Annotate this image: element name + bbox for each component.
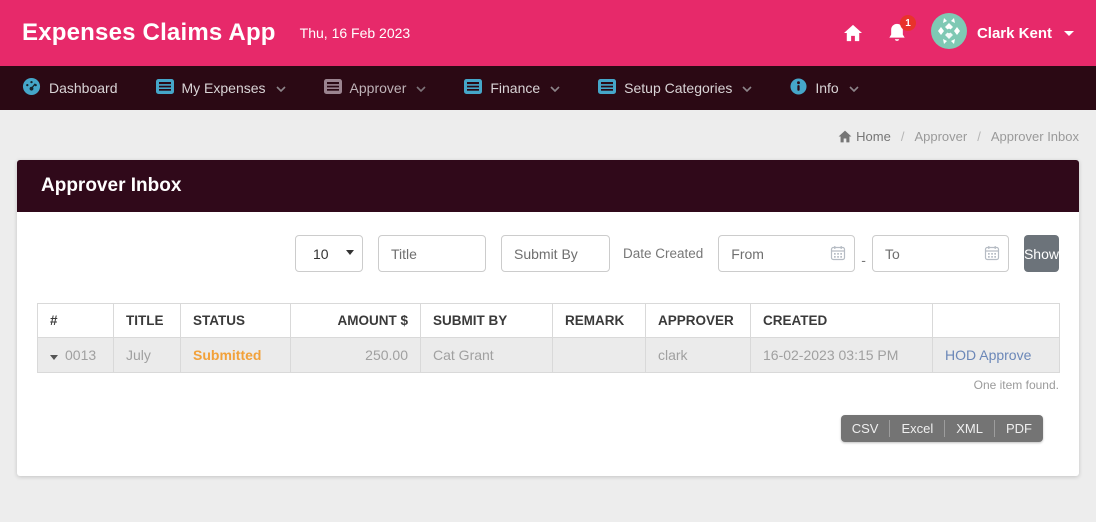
list-icon [323,79,342,97]
export-xml-button[interactable]: XML [945,415,994,442]
chevron-down-icon [849,86,859,92]
export-button-group: CSV Excel XML PDF [840,415,1043,442]
breadcrumb-separator: / [977,129,981,144]
breadcrumb: Home / Approver / Approver Inbox [838,129,1079,144]
col-header-action [932,303,1060,338]
chevron-down-icon [275,86,286,92]
title-filter-input[interactable] [378,235,486,272]
dashboard-gauge-icon [22,77,41,99]
panel-header: Approver Inbox [17,160,1079,212]
col-header-id: # [37,303,114,338]
nav-item-approver[interactable]: Approver [323,79,427,97]
breadcrumb-separator: / [900,129,905,144]
app-root: Expenses Claims App Thu, 16 Feb 2023 1 C… [0,0,1096,522]
cell-submit-by: Cat Grant [420,337,553,373]
col-header-submit-by: SUBMIT BY [420,303,553,338]
top-header: Expenses Claims App Thu, 16 Feb 2023 1 C… [0,0,1096,66]
nav-item-dashboard[interactable]: Dashboard [22,77,118,99]
list-icon [464,79,483,97]
table-header-row: # TITLE STATUS AMOUNT $ SUBMIT BY REMARK… [37,303,1060,338]
user-menu[interactable]: Clark Kent [930,12,1074,54]
avatar [930,12,967,54]
nav-label: Setup Categories [624,80,733,96]
nav-label: Info [815,80,839,96]
app-title: Expenses Claims App [22,19,276,46]
col-header-created: CREATED [750,303,933,338]
nav-item-info[interactable]: Info [790,78,859,98]
submit-by-filter-input[interactable] [501,235,610,272]
info-circle-icon [790,78,807,98]
breadcrumb-current: Approver Inbox [990,129,1079,144]
page-title: Approver Inbox [41,175,182,196]
header-actions: 1 Clark Kent [843,12,1074,54]
chevron-down-icon [742,86,752,92]
export-csv-button[interactable]: CSV [841,415,890,442]
home-icon [838,130,852,143]
header-date: Thu, 16 Feb 2023 [299,25,411,41]
breadcrumb-label: Home [856,129,891,144]
date-range-separator: - [861,252,866,268]
bell-icon[interactable]: 1 [887,15,916,44]
nav-item-finance[interactable]: Finance [464,79,560,97]
expand-row-icon[interactable] [50,355,58,360]
main-nav: Dashboard My Expenses Approver Finance S… [0,66,1096,110]
claims-table: # TITLE STATUS AMOUNT $ SUBMIT BY REMARK… [37,303,1060,373]
status-badge: Submitted [193,347,262,363]
date-created-label: Date Created [623,246,704,261]
list-icon [155,79,174,97]
nav-item-setup-categories[interactable]: Setup Categories [598,79,752,97]
notification-badge: 1 [899,15,916,31]
date-from-input[interactable] [718,235,856,272]
col-header-status: STATUS [180,303,291,338]
col-header-approver: APPROVER [645,303,751,338]
caret-down-icon [1064,30,1074,36]
nav-label: Finance [490,80,541,96]
results-summary: One item found. [973,378,1059,392]
cell-approver: clark [645,337,751,373]
nav-label: Dashboard [49,80,118,96]
approver-inbox-panel: Approver Inbox 10 Date Created - [17,160,1079,476]
filter-row: 10 Date Created - Show [37,235,1059,272]
show-button[interactable]: Show [1023,235,1059,272]
export-excel-button[interactable]: Excel [890,415,944,442]
col-header-title: TITLE [113,303,181,338]
home-icon[interactable] [843,24,863,42]
list-icon [598,79,617,97]
date-to-input[interactable] [871,235,1009,272]
export-row: CSV Excel XML PDF [37,415,1059,442]
page-size-select[interactable]: 10 [295,235,363,272]
cell-amount: 250.00 [290,337,421,373]
cell-id: 0013 [37,337,114,373]
date-from-wrap [718,235,856,272]
cell-action: HOD Approve [932,337,1060,373]
nav-item-my-expenses[interactable]: My Expenses [155,79,286,97]
table-row: 0013 July Submitted 250.00 Cat Grant cla… [37,337,1060,373]
panel-body: 10 Date Created - Show [17,212,1079,476]
user-name: Clark Kent [976,24,1052,42]
col-header-amount: AMOUNT $ [290,303,421,338]
hod-approve-link[interactable]: HOD Approve [945,347,1031,363]
col-header-remark: REMARK [552,303,646,338]
cell-title: July [113,337,181,373]
breadcrumb-home-link[interactable]: Home [838,129,891,144]
breadcrumb-approver-link[interactable]: Approver [914,129,967,144]
chevron-down-icon [550,86,560,92]
cell-remark [552,337,646,373]
nav-label: My Expenses [181,80,266,96]
page-size-select-wrap: 10 [295,235,363,272]
export-pdf-button[interactable]: PDF [995,415,1043,442]
date-to-wrap [871,235,1009,272]
chevron-down-icon [416,86,426,92]
claim-id: 0013 [65,347,97,363]
nav-label: Approver [349,80,407,96]
cell-status: Submitted [180,337,291,373]
cell-created: 16-02-2023 03:15 PM [750,337,933,373]
